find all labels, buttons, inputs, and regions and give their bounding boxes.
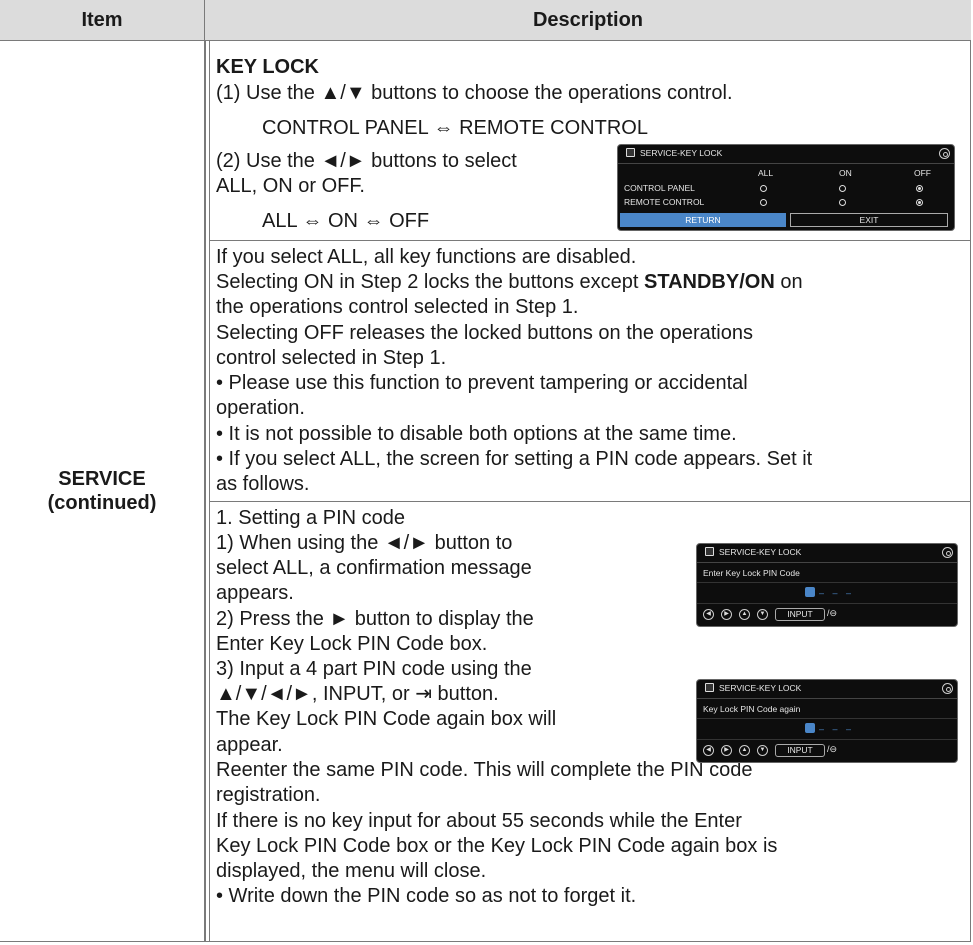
note-9: • If you select ALL, the screen for sett… (216, 448, 813, 470)
right-arrow-icon: ▶ (721, 745, 732, 756)
down-arrow-icon: ▼ (757, 745, 768, 756)
col-off: OFF (914, 168, 931, 178)
up-arrow-icon: ▲ (739, 609, 750, 620)
note-8: • It is not possible to disable both opt… (216, 423, 737, 445)
item-sublabel: (continued) (47, 492, 157, 514)
note-6: • Please use this function to prevent ta… (216, 372, 748, 394)
confirm-pin-screen: SERVICE-KEY LOCK Key Lock PIN Code again… (696, 679, 958, 763)
pin-digit-active[interactable] (805, 587, 815, 597)
pin-digit-active[interactable] (805, 723, 815, 733)
enter-icon: /⊖ (827, 744, 838, 754)
item-cell: SERVICE (continued) (0, 41, 205, 941)
settings-icon (942, 683, 953, 694)
radio-cp-on[interactable] (839, 185, 846, 192)
right-arrow-icon: ▶ (721, 609, 732, 620)
radio-rc-all[interactable] (760, 199, 767, 206)
radio-cp-off[interactable] (916, 185, 923, 192)
lock-icon (705, 547, 714, 556)
note-4: Selecting OFF releases the locked button… (216, 322, 753, 344)
row-separator (210, 501, 971, 502)
radio-rc-off[interactable] (916, 199, 923, 206)
row-control-panel: CONTROL PANEL (624, 183, 695, 193)
pin-step3b: ▲/▼/◄/►, INPUT, or ⇥ button. (216, 683, 499, 705)
enter-pin-screen: SERVICE-KEY LOCK Enter Key Lock PIN Code… (696, 543, 958, 627)
lock-icon (626, 148, 635, 157)
screen-title: SERVICE-KEY LOCK (705, 547, 801, 557)
note-3: the operations control selected in Step … (216, 296, 579, 318)
note-5: control selected in Step 1. (216, 347, 447, 369)
exit-button[interactable]: EXIT (790, 213, 948, 227)
settings-icon (942, 547, 953, 558)
lock-icon (705, 683, 714, 692)
pin-digits: – – – (819, 588, 855, 598)
note-2: Selecting ON in Step 2 locks the buttons… (216, 271, 803, 293)
pin-reenter-1: Reenter the same PIN code. This will com… (216, 759, 753, 781)
key-lock-step2-line2: ALL, ON or OFF. (216, 175, 365, 197)
pin-digits: – – – (819, 724, 855, 734)
screen-title: SERVICE-KEY LOCK (626, 148, 722, 158)
pin-step2b: Enter Key Lock PIN Code box. (216, 633, 488, 655)
key-lock-step2-options: ALL ⇔ ON ⇔ OFF (262, 210, 430, 232)
key-lock-title: KEY LOCK (216, 56, 319, 78)
pin-timeout-1: If there is no key input for about 55 se… (216, 810, 742, 832)
item-label: SERVICE (58, 468, 146, 490)
pin-step1b: select ALL, a confirmation message (216, 557, 532, 579)
col-on: ON (839, 168, 852, 178)
screen-title: SERVICE-KEY LOCK (705, 683, 801, 693)
down-arrow-icon: ▼ (757, 609, 768, 620)
settings-icon (939, 148, 950, 159)
key-lock-step1-options: CONTROL PANEL ⇔ REMOTE CONTROL (262, 117, 648, 139)
row-remote-control: REMOTE CONTROL (624, 197, 705, 207)
pin-timeout-3: displayed, the menu will close. (216, 860, 487, 882)
left-arrow-icon: ◀ (703, 609, 714, 620)
note-7: operation. (216, 397, 305, 419)
pin-step3a: 3) Input a 4 part PIN code using the (216, 658, 532, 680)
header-item: Item (0, 0, 205, 41)
input-button[interactable]: INPUT (775, 608, 825, 621)
radio-cp-all[interactable] (760, 185, 767, 192)
pin-step3d: appear. (216, 734, 283, 756)
pin-prompt: Enter Key Lock PIN Code (703, 568, 800, 578)
pin-write-down: • Write down the PIN code so as not to f… (216, 885, 637, 907)
pin-step3c: The Key Lock PIN Code again box will (216, 708, 557, 730)
pin-prompt: Key Lock PIN Code again (703, 704, 801, 714)
return-button[interactable]: RETURN (620, 213, 786, 227)
key-lock-step2-line1: (2) Use the ◄/► buttons to select (216, 150, 517, 172)
column-divider (205, 41, 210, 941)
left-arrow-icon: ◀ (703, 745, 714, 756)
pin-step1a: 1) When using the ◄/► button to (216, 532, 513, 554)
row-separator (210, 240, 971, 241)
note-1: If you select ALL, all key functions are… (216, 246, 637, 268)
key-lock-step1: (1) Use the ▲/▼ buttons to choose the op… (216, 82, 733, 104)
pin-step1c: appears. (216, 582, 294, 604)
pin-timeout-2: Key Lock PIN Code box or the Key Lock PI… (216, 835, 778, 857)
header-description: Description (205, 0, 971, 41)
key-lock-screen: SERVICE-KEY LOCK ALL ON OFF CONTROL PANE… (617, 144, 955, 231)
enter-icon: /⊖ (827, 608, 838, 618)
note-10: as follows. (216, 473, 310, 495)
radio-rc-on[interactable] (839, 199, 846, 206)
input-button[interactable]: INPUT (775, 744, 825, 757)
pin-reenter-2: registration. (216, 784, 321, 806)
col-all: ALL (758, 168, 774, 178)
service-table: Item Description SERVICE (continued) (0, 0, 971, 942)
pin-step2a: 2) Press the ► button to display the (216, 608, 534, 630)
up-arrow-icon: ▲ (739, 745, 750, 756)
pin-heading: 1. Setting a PIN code (216, 507, 406, 529)
